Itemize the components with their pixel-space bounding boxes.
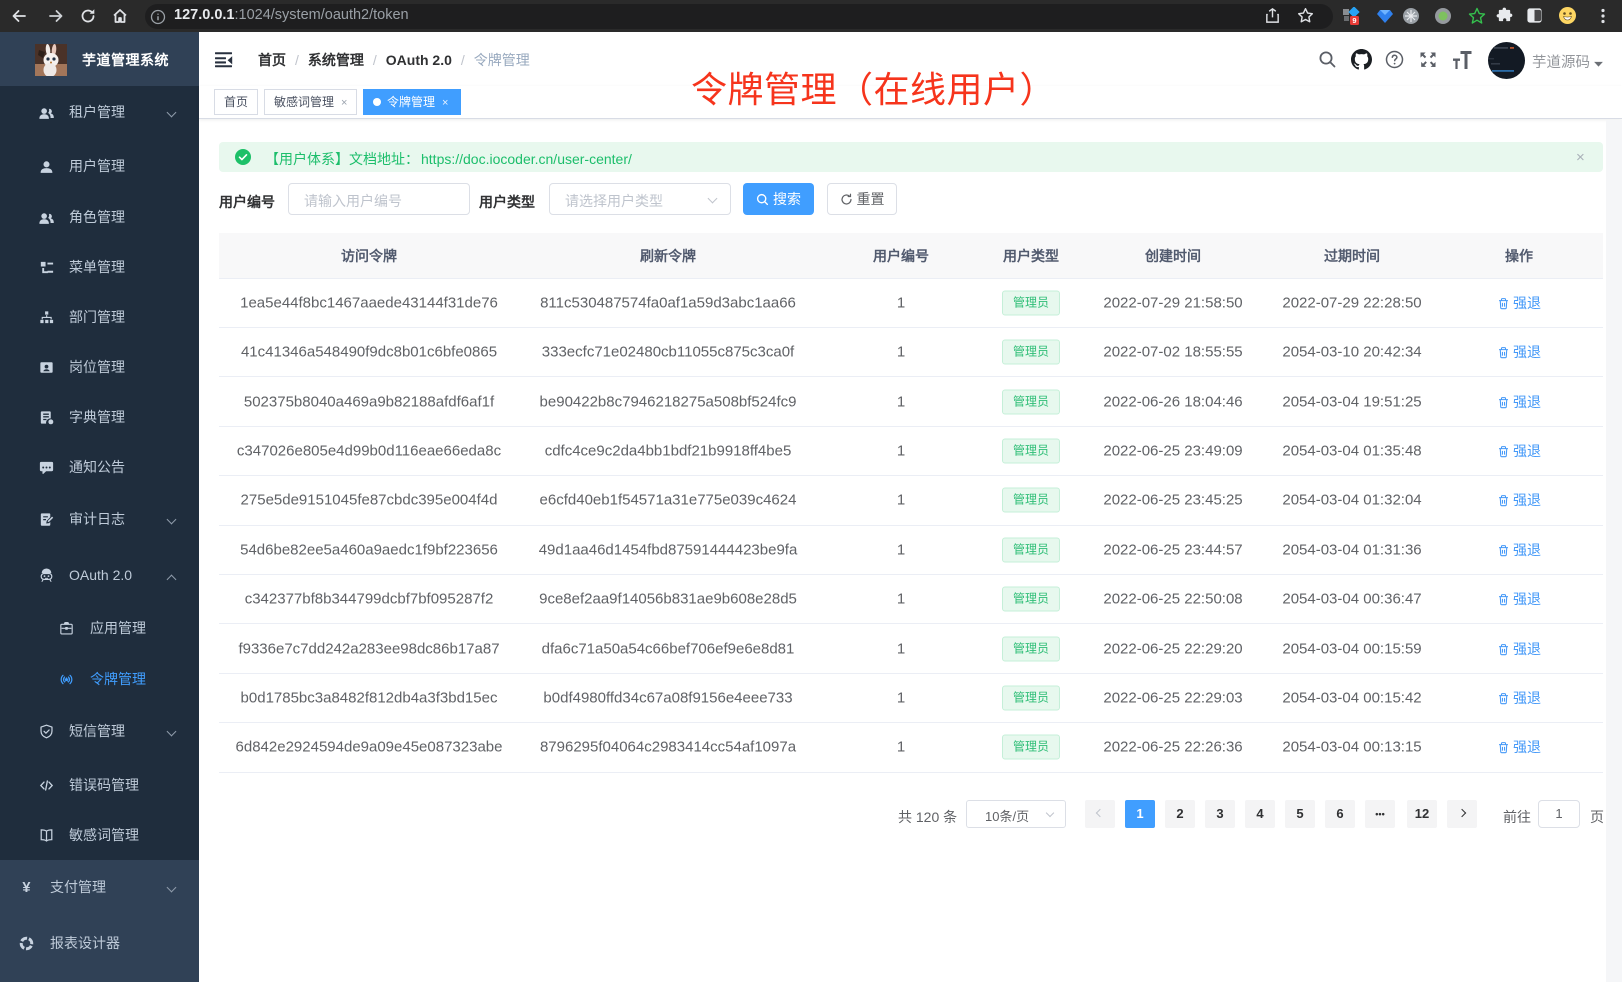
svg-text:9: 9 — [1352, 16, 1356, 25]
svg-text:¥: ¥ — [22, 879, 31, 895]
